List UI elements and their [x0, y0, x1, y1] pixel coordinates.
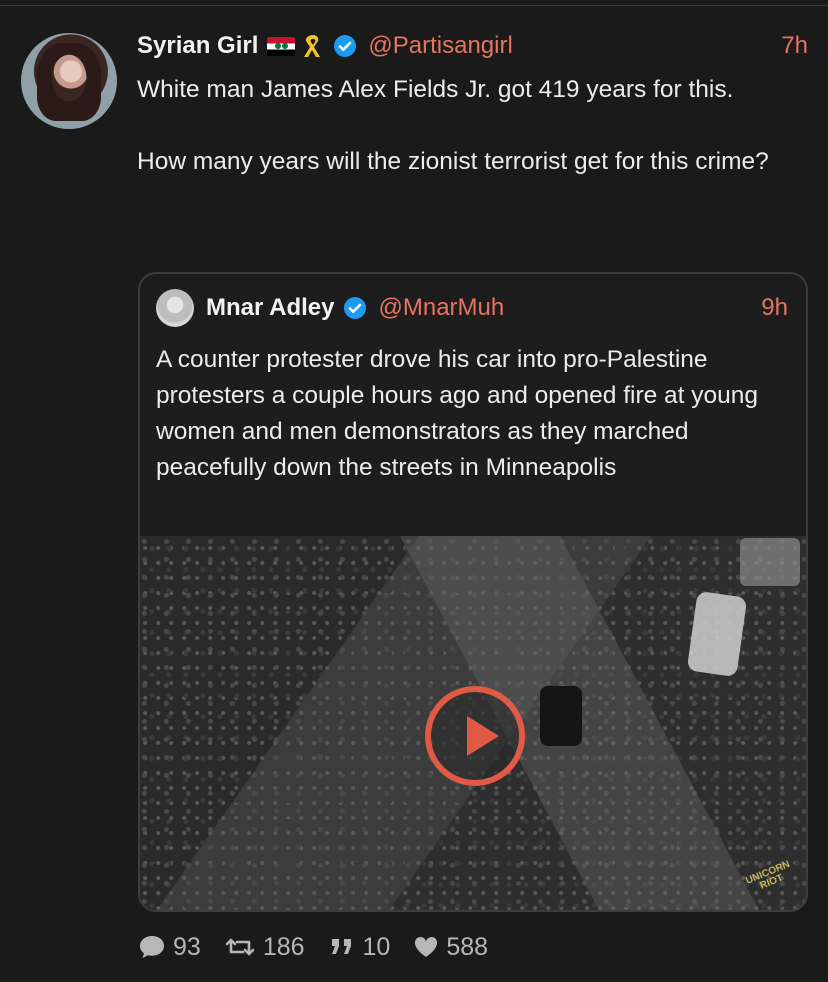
tweet-header: Syrian Girl @Partisangirl 7h — [137, 28, 808, 64]
quoted-tweet-text: A counter protester drove his car into p… — [156, 346, 759, 481]
truck-shape — [740, 538, 800, 586]
quoted-author-handle[interactable]: @MnarMuh — [378, 294, 504, 322]
like-button[interactable]: 588 — [412, 933, 488, 962]
reply-icon — [140, 936, 164, 958]
verified-icon — [343, 296, 367, 320]
quoted-author-name[interactable]: Mnar Adley — [206, 294, 334, 322]
top-divider — [0, 5, 828, 6]
tweet-actions: 93 186 10 588 — [137, 930, 510, 964]
quote-icon — [331, 939, 351, 954]
tweet-timestamp[interactable]: 7h — [781, 32, 808, 60]
yellow-ribbon-icon — [302, 33, 324, 59]
car-shape — [686, 590, 748, 678]
like-count: 588 — [446, 932, 489, 961]
quote-count: 10 — [362, 932, 391, 961]
quoted-tweet-header: Mnar Adley @MnarMuh 9h — [156, 288, 788, 328]
syria-flag-icon — [267, 36, 296, 56]
author-handle[interactable]: @Partisangirl — [368, 32, 512, 60]
dark-car-shape — [540, 686, 582, 746]
reply-count: 93 — [173, 932, 201, 961]
video-watermark: UNICORN RIOT — [744, 859, 792, 892]
verified-icon — [333, 34, 357, 58]
tweet-text: White man James Alex Fields Jr. got 419 … — [137, 76, 769, 175]
retweet-icon — [225, 938, 255, 956]
video-thumbnail[interactable]: UNICORN RIOT — [140, 536, 806, 910]
reply-button[interactable]: 93 — [137, 933, 201, 962]
heart-icon — [415, 936, 438, 957]
quoted-tweet[interactable]: Mnar Adley @MnarMuh 9h A counter protest… — [138, 272, 808, 912]
author-name[interactable]: Syrian Girl — [137, 32, 258, 60]
author-avatar[interactable] — [21, 33, 117, 129]
quote-button[interactable]: 10 — [327, 932, 391, 962]
quoted-timestamp[interactable]: 9h — [761, 294, 788, 322]
retweet-button[interactable]: 186 — [223, 933, 305, 962]
play-button-icon[interactable] — [425, 686, 525, 786]
retweet-count: 186 — [262, 932, 305, 961]
quoted-author-avatar[interactable] — [156, 289, 194, 327]
